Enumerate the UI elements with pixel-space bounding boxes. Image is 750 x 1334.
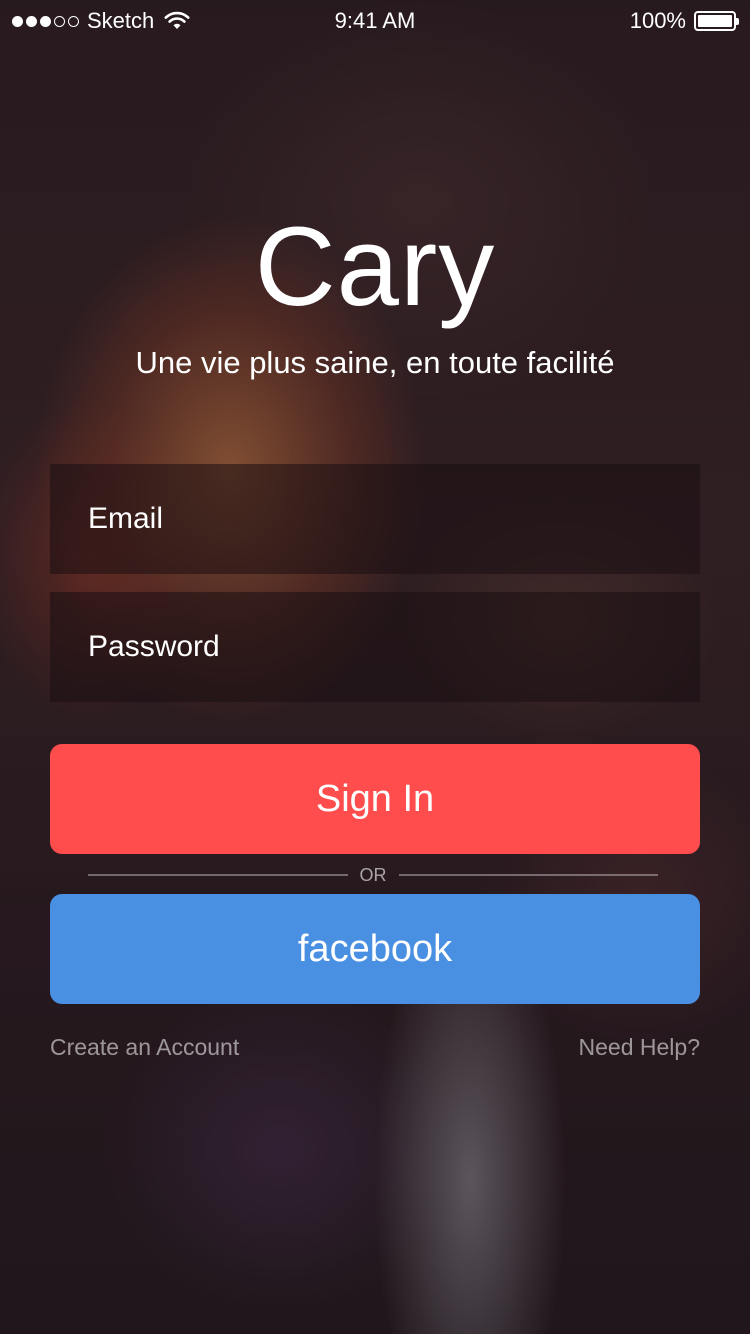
email-field[interactable]: Email <box>50 464 700 574</box>
divider-line-left <box>88 874 348 876</box>
email-placeholder: Email <box>88 502 164 535</box>
or-divider: OR <box>88 862 658 888</box>
or-label: OR <box>359 864 387 885</box>
sign-in-button[interactable]: Sign In <box>50 744 700 854</box>
login-screen: Cary Une vie plus saine, en toute facili… <box>0 0 750 1334</box>
app-logo: Cary <box>254 204 496 329</box>
divider-line-right <box>398 874 658 876</box>
create-account-link[interactable]: Create an Account <box>50 1034 239 1061</box>
need-help-link[interactable]: Need Help? <box>579 1034 700 1061</box>
password-placeholder: Password <box>88 630 220 663</box>
facebook-login-button[interactable]: facebook <box>50 894 700 1004</box>
sign-in-label: Sign In <box>315 777 435 820</box>
facebook-label: facebook <box>297 927 453 970</box>
app-tagline: Une vie plus saine, en toute facilité <box>135 345 615 380</box>
password-field[interactable]: Password <box>50 592 700 702</box>
